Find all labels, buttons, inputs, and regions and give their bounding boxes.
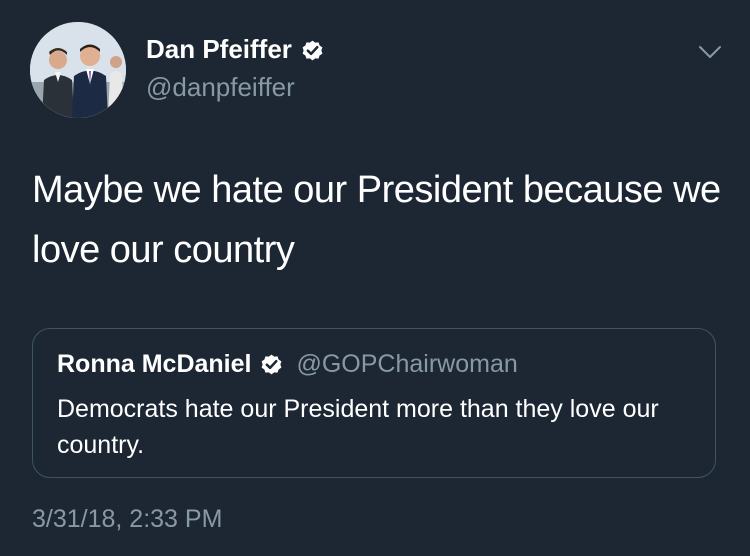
quoted-tweet[interactable]: Ronna McDaniel @GOPChairwoman Democrats … — [32, 328, 716, 478]
avatar[interactable] — [30, 22, 126, 118]
avatar-photo — [30, 22, 126, 118]
author-handle[interactable]: @danpfeiffer — [146, 70, 295, 104]
verified-badge-icon — [259, 352, 284, 377]
tweet-card: Dan Pfeiffer @danpfeiffer Maybe we hate … — [0, 0, 750, 556]
verified-badge-icon — [300, 37, 325, 62]
quoted-author-handle: @GOPChairwoman — [296, 350, 518, 378]
quoted-tweet-text: Democrats hate our President more than t… — [57, 395, 659, 459]
author-name[interactable]: Dan Pfeiffer — [146, 32, 292, 66]
quoted-tweet-header: Ronna McDaniel @GOPChairwoman — [57, 347, 518, 381]
quoted-author-name: Ronna McDaniel — [57, 350, 252, 378]
chevron-down-icon[interactable] — [696, 42, 724, 62]
author-name-row[interactable]: Dan Pfeiffer — [146, 32, 325, 66]
tweet-text: Maybe we hate our President because we l… — [32, 169, 721, 271]
tweet-timestamp[interactable]: 3/31/18, 2:33 PM — [32, 502, 222, 536]
